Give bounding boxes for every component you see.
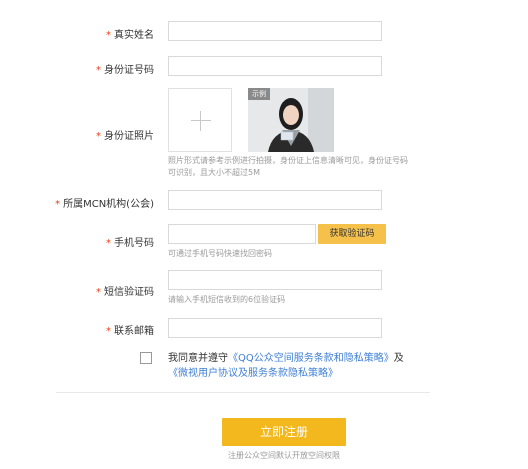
phone-label: * 手机号码 [106, 238, 154, 249]
register-button[interactable]: 立即注册 [222, 418, 346, 446]
photo-upload-box[interactable] [168, 88, 232, 152]
email-input[interactable] [168, 318, 382, 338]
agree-checkbox[interactable] [140, 352, 152, 364]
id-number-input[interactable] [168, 56, 382, 76]
sample-photo: 示例 [248, 88, 334, 152]
id-photo-hint-2: 可识别，且大小不超过5M [168, 168, 260, 177]
agreement-text: 我同意并遵守《QQ公众空间服务条款和隐私策略》及 《微视用户协议及服务条款隐私策… [168, 353, 404, 379]
weishi-terms-link[interactable]: 《微视用户协议及服务条款隐私策略》 [168, 368, 338, 379]
sms-code-input[interactable] [168, 270, 382, 290]
real-name-label: * 真实姓名 [106, 30, 154, 41]
register-footnote: 注册公众空间默认开放空间权限 [228, 451, 340, 460]
id-number-label: * 身份证号码 [96, 65, 154, 76]
phone-input[interactable] [168, 224, 316, 244]
mcn-label: * 所属MCN机构(公会) [55, 199, 154, 210]
id-photo-label: * 身份证照片 [96, 131, 154, 142]
sample-tag: 示例 [248, 88, 270, 100]
get-code-button[interactable]: 获取验证码 [318, 224, 386, 244]
qq-terms-link[interactable]: 《QQ公众空间服务条款和隐私策略》 [228, 353, 394, 364]
email-label: * 联系邮箱 [106, 326, 154, 337]
divider [56, 392, 430, 393]
phone-hint: 可通过手机号码快速找回密码 [168, 249, 272, 258]
mcn-input[interactable] [168, 190, 382, 210]
sms-code-hint: 请输入手机短信收到的6位验证码 [168, 295, 286, 304]
real-name-input[interactable] [168, 21, 382, 41]
id-photo-hint-1: 照片形式请参考示例进行拍摄，身份证上信息清晰可见，身份证号码 [168, 156, 408, 165]
sms-code-label: * 短信验证码 [96, 287, 154, 298]
